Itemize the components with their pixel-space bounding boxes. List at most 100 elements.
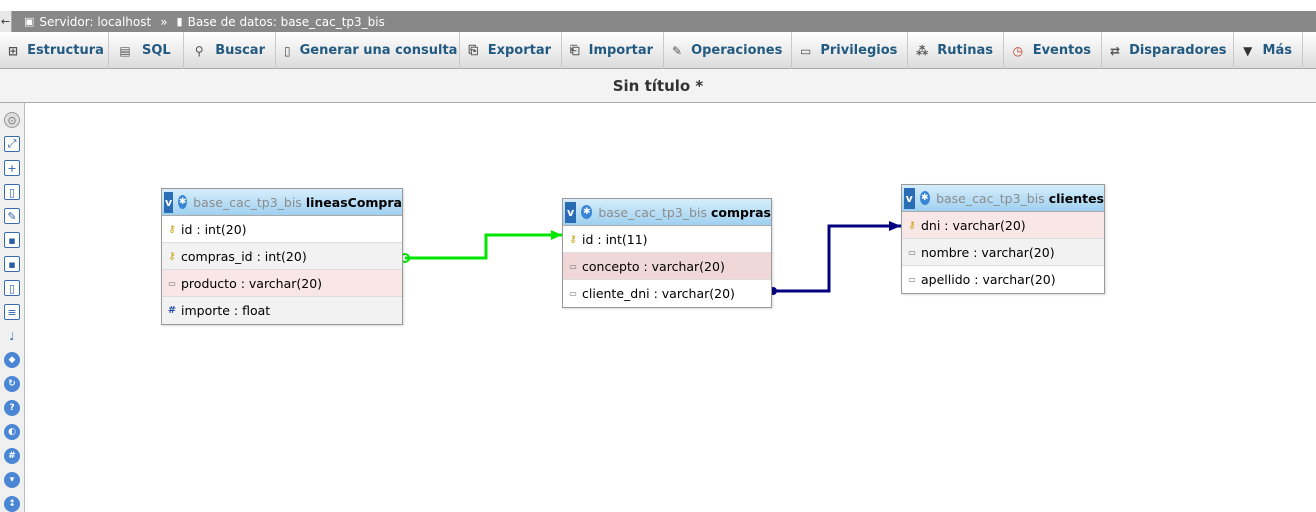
table-field-row[interactable]: ⚷ compras_id : int(20) [162, 243, 402, 270]
table-card-compras[interactable]: v ✱ base_cac_tp3_bis compras ⚷ id : int(1… [562, 198, 772, 308]
table-field-row[interactable]: ⚷ id : int(11) [563, 226, 771, 253]
toggle-columns-button[interactable]: v [565, 201, 577, 223]
field-label: id : int(20) [181, 221, 247, 237]
clock-icon: ◷ [1012, 43, 1024, 58]
table-name: clientes [1048, 190, 1104, 206]
tab-buscar[interactable]: ⚲ Buscar [184, 32, 276, 69]
field-label: cliente_dni : varchar(20) [582, 286, 735, 301]
table-field-row[interactable]: ▭ producto : varchar(20) [162, 270, 402, 297]
tab-label: Exportar [487, 43, 551, 58]
back-arrow-icon[interactable]: ← [0, 11, 12, 32]
tab-label: Generar una consulta [299, 43, 458, 58]
key-icon: ⚷ [168, 223, 176, 235]
tab-label: Disparadores [1129, 43, 1227, 58]
triggers-icon: ⇄ [1110, 43, 1121, 58]
tab-label: Eventos [1032, 43, 1091, 58]
text-field-icon: ▭ [908, 275, 916, 284]
import-icon: ⎗ [570, 43, 580, 57]
gear-icon[interactable]: ✱ [581, 205, 593, 219]
angular-links-icon[interactable]: ◐ [4, 424, 20, 440]
table-field-row[interactable]: ▭ apellido : varchar(20) [902, 266, 1104, 293]
table-db-name: base_cac_tp3_bis [598, 204, 707, 220]
table-field-row[interactable]: # importe : float [162, 297, 402, 324]
export-schema-icon[interactable]: ≡ [4, 304, 20, 320]
save-as-icon[interactable]: ▪ [4, 256, 20, 272]
tab-label: Más [1262, 43, 1292, 58]
table-db-name: base_cac_tp3_bis [936, 190, 1045, 206]
chevron-down-icon: ▼ [1243, 43, 1253, 58]
tab-mas[interactable]: ▼ Más [1234, 32, 1303, 69]
export-icon: ⎘ [468, 43, 479, 57]
key-icon: ⚷ [908, 219, 916, 231]
routines-icon: ⁂ [916, 43, 929, 58]
tab-disparadores[interactable]: ⇄ Disparadores [1102, 32, 1234, 69]
tab-exportar[interactable]: ⎘ Exportar [460, 32, 562, 69]
database-icon: ▮ [176, 15, 183, 28]
field-label: producto : varchar(20) [181, 275, 323, 291]
table-db-name: base_cac_tp3_bis [193, 194, 302, 210]
create-relation-icon[interactable]: ◆ [4, 352, 20, 368]
table-field-row[interactable]: ▭ concepto : varchar(20) [563, 253, 771, 280]
table-header[interactable]: v ✱ base_cac_tp3_bis lineasCompra [162, 189, 402, 216]
toggle-columns-button[interactable]: v [904, 187, 915, 209]
relation-line-lineasCompra-compras[interactable] [405, 233, 562, 260]
field-label: apellido : varchar(20) [921, 272, 1056, 287]
number-field-icon: # [167, 305, 177, 316]
wrench-icon: ✎ [672, 43, 683, 58]
designer-toolbar: ⊙ ⤢ + ▯ ✎ ▪ ▪ ▯ ≡ ♩ ◆ ↻ ? ◐ # ▾ ↕ [0, 103, 25, 512]
table-field-row[interactable]: ▭ nombre : varchar(20) [902, 239, 1104, 266]
toggle-columns-button[interactable]: v [164, 191, 174, 213]
table-field-row[interactable]: ▭ cliente_dni : varchar(20) [563, 280, 771, 307]
text-field-icon: ▭ [168, 278, 176, 288]
snap-grid-icon[interactable]: # [4, 448, 20, 464]
table-field-row[interactable]: ⚷ dni : varchar(20) [902, 212, 1104, 239]
tab-sql[interactable]: ▤ SQL [109, 32, 184, 69]
field-label: importe : float [181, 303, 271, 318]
reload-icon[interactable]: ↻ [4, 376, 20, 392]
key-icon: ⚷ [569, 233, 577, 245]
tab-eventos[interactable]: ◷ Eventos [1004, 32, 1102, 69]
relation-arrowhead [889, 221, 901, 231]
tab-privilegios[interactable]: ▭ Privilegios [792, 32, 908, 69]
edit-page-icon[interactable]: ✎ [4, 208, 20, 224]
text-field-icon: ▭ [569, 261, 577, 271]
help-icon[interactable]: ? [4, 400, 20, 416]
save-icon[interactable]: ▪ [4, 232, 20, 248]
collapse-all-icon[interactable]: ▾ [4, 472, 20, 488]
relation-line-icon[interactable]: ♩ [4, 328, 20, 344]
tab-label: Operaciones [691, 43, 783, 58]
query-icon: ▯ [284, 43, 291, 58]
tab-rutinas[interactable]: ⁂ Rutinas [908, 32, 1004, 69]
add-tables-icon[interactable]: + [4, 160, 20, 176]
breadcrumb-server-label[interactable]: Servidor: localhost [39, 15, 151, 29]
relation-line-compras-clientes[interactable] [772, 224, 901, 293]
delete-page-icon[interactable]: ▯ [4, 280, 20, 296]
fullscreen-icon[interactable]: ⤢ [4, 136, 20, 152]
toggle-menu-icon[interactable]: ⊙ [4, 112, 20, 128]
text-field-icon: ▭ [569, 289, 577, 298]
toggle-small-big-icon[interactable]: ↕ [4, 496, 20, 512]
field-label: id : int(11) [582, 231, 648, 247]
tab-operaciones[interactable]: ✎ Operaciones [664, 32, 792, 69]
structure-icon: ⊞ [8, 43, 19, 58]
tab-label: Buscar [215, 43, 265, 58]
tab-importar[interactable]: ⎗ Importar [562, 32, 664, 69]
tab-label: Estructura [27, 43, 104, 58]
gear-icon[interactable]: ✱ [919, 191, 931, 205]
table-card-clientes[interactable]: v ✱ base_cac_tp3_bis clientes ⚷ dni : var… [901, 184, 1105, 294]
table-card-lineasCompra[interactable]: v ✱ base_cac_tp3_bis lineasCompra ⚷ id : … [161, 188, 403, 325]
tab-estructura[interactable]: ⊞ Estructura [0, 32, 109, 69]
breadcrumb-server[interactable]: ▣ Servidor: localhost [24, 15, 151, 29]
table-name: lineasCompra [305, 194, 402, 210]
table-header[interactable]: v ✱ base_cac_tp3_bis compras [563, 199, 771, 226]
breadcrumb-database[interactable]: ▮ Base de datos: base_cac_tp3_bis [177, 15, 385, 29]
text-field-icon: ▭ [908, 247, 916, 257]
table-header[interactable]: v ✱ base_cac_tp3_bis clientes [902, 185, 1104, 212]
top-tab-bar: ⊞ Estructura ▤ SQL ⚲ Buscar ▯ Generar una co… [0, 32, 1316, 69]
tab-generar-consulta[interactable]: ▯ Generar una consulta [276, 32, 460, 69]
breadcrumb-database-label[interactable]: Base de datos: base_cac_tp3_bis [188, 15, 385, 29]
new-page-icon[interactable]: ▯ [4, 184, 20, 200]
table-field-row[interactable]: ⚷ id : int(20) [162, 216, 402, 243]
server-icon: ▣ [24, 15, 35, 28]
gear-icon[interactable]: ✱ [178, 195, 188, 209]
